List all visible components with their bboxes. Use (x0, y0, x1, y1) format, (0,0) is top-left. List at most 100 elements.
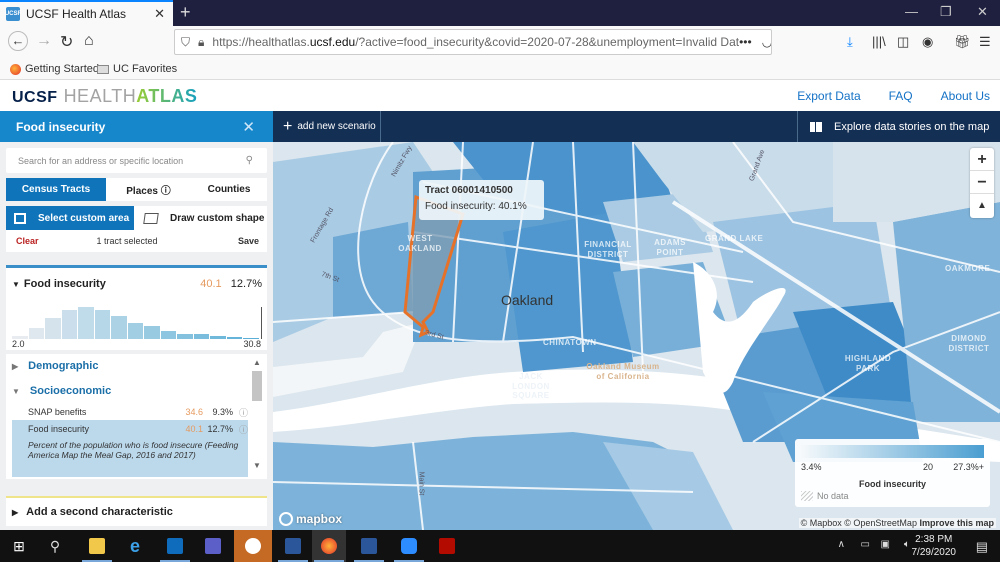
sidebar-icon[interactable]: ◫ (897, 34, 909, 50)
back-button[interactable]: ← (8, 31, 28, 51)
attribution-text[interactable]: © Mapbox © OpenStreetMap (801, 518, 917, 528)
row-value: 40.1 (185, 424, 203, 434)
add-scenario-button[interactable]: + add new scenario (273, 111, 381, 142)
place-label: DIMOND DISTRICT (948, 334, 990, 353)
teams-icon (205, 538, 221, 554)
add-second-characteristic[interactable]: ▶ Add a second characteristic (6, 496, 267, 526)
variable-row-snap[interactable]: SNAP benefits 34.6 9.3% ⓘ (12, 403, 248, 421)
choropleth-map[interactable]: Oakland WEST OAKLAND FINANCIAL DISTRICT … (273, 142, 1000, 530)
tray-overflow-icon[interactable]: ∧ (838, 539, 845, 571)
reload-button[interactable]: ↻ (60, 32, 73, 52)
improve-map-link[interactable]: Improve this map (919, 518, 994, 528)
menu-icon[interactable]: ☰ (979, 34, 991, 50)
histogram-bar (226, 337, 243, 339)
distribution-histogram (12, 303, 264, 339)
account-icon[interactable]: ◉ (922, 34, 933, 50)
notifications-icon[interactable]: ▤ (976, 539, 988, 571)
outlook-button[interactable] (158, 530, 192, 562)
zoom-in-button[interactable]: + (970, 148, 994, 171)
library-icon[interactable]: |||\ (872, 34, 886, 49)
category-demographic[interactable]: ▶ Demographic (12, 360, 248, 372)
clear-button[interactable]: Clear (16, 236, 39, 246)
save-button[interactable]: Save (238, 236, 259, 246)
forward-button[interactable]: → (36, 32, 52, 50)
browser-tab[interactable]: UCSF UCSF Health Atlas ✕ (0, 0, 173, 26)
gift-icon[interactable]: 🎁︎ (954, 34, 971, 50)
place-label: JACK LONDON SQUARE (512, 372, 550, 401)
info-icon[interactable]: ⓘ (233, 406, 248, 419)
volume-icon[interactable]: 🔈︎ (904, 539, 910, 571)
zoom-out-button[interactable]: − (970, 171, 994, 194)
firefox-button[interactable] (312, 530, 346, 562)
draw-custom-shape-button[interactable]: Draw custom shape (134, 206, 264, 230)
battery-icon[interactable]: ▭ (861, 539, 870, 571)
taskbar-clock[interactable]: 2:38 PM 7/29/2020 (912, 533, 957, 559)
window-close-icon[interactable]: ✕ (977, 4, 988, 20)
search-icon[interactable]: ⚲ (246, 155, 253, 166)
tab-census-tracts[interactable]: Census Tracts (6, 178, 106, 201)
bookmarks-bar: Getting Started UC Favorites (0, 58, 1000, 80)
search-icon: ⚲ (49, 537, 61, 554)
category-socioeconomic[interactable]: ▼ Socioeconomic (12, 385, 248, 397)
start-button[interactable]: ⊞ (2, 530, 36, 562)
histogram-bar (177, 333, 193, 339)
histogram-bar (78, 307, 94, 339)
scroll-up-icon[interactable]: ▲ (251, 358, 263, 367)
minimize-icon[interactable]: — (905, 4, 918, 19)
row-average: 9.3% (212, 407, 233, 417)
teams-button[interactable] (196, 530, 230, 562)
windows-taskbar: ⊞ ⚲ e ∧ ▭ ▣ 🔈︎ 2:38 PM 7/29/2020 ▤ (0, 530, 1000, 562)
search-taskbar-button[interactable]: ⚲ (38, 530, 72, 562)
close-scenario-icon[interactable]: ✕ (242, 118, 255, 136)
scenario-tab-active[interactable]: Food insecurity ✕ (0, 111, 273, 142)
hatch-swatch-icon (801, 491, 813, 501)
close-tab-icon[interactable]: ✕ (154, 6, 165, 22)
compass-button[interactable]: ▲ (970, 194, 994, 217)
draw-custom-shape-label: Draw custom shape (170, 212, 265, 224)
tab-places[interactable]: Places ⓘ (106, 178, 191, 201)
scroll-thumb[interactable] (252, 371, 262, 401)
windows-icon: ⊞ (13, 537, 25, 554)
folder-icon (89, 538, 105, 554)
variable-header[interactable]: ▼ Food insecurity 40.1 12.7% (12, 278, 262, 290)
health-atlas-logo[interactable]: UCSF HEALTHATLAS (12, 86, 197, 107)
word-button[interactable] (276, 530, 310, 562)
category-list: ▶ Demographic ▼ Socioeconomic SNAP benef… (6, 354, 267, 479)
url-bar[interactable]: ⛉ 🔒︎ https://healthatlas. ucsf.edu/?activ… (174, 29, 772, 55)
histogram-bar (61, 309, 78, 339)
edge-button[interactable]: e (118, 530, 152, 562)
location-search-input[interactable]: Search for an address or specific locati… (6, 148, 267, 173)
acrobat-button[interactable] (430, 530, 464, 562)
home-button[interactable]: ⌂ (84, 32, 94, 50)
pocket-icon[interactable]: ◡ (762, 35, 771, 49)
slack-button[interactable] (234, 530, 272, 562)
word-icon (285, 538, 301, 554)
panel-title: Food insecurity (16, 119, 106, 134)
file-explorer-button[interactable] (80, 530, 114, 562)
restore-icon[interactable]: ❐ (940, 4, 952, 20)
bookmark-getting-started[interactable]: Getting Started (10, 63, 99, 75)
new-tab-button[interactable]: + (180, 2, 191, 23)
about-us-link[interactable]: About Us (941, 89, 990, 103)
legend-gradient (801, 445, 984, 458)
tab-counties[interactable]: Counties (191, 178, 267, 201)
faq-link[interactable]: FAQ (889, 89, 913, 103)
downloads-icon[interactable]: ⤓ (847, 34, 853, 50)
export-data-link[interactable]: Export Data (797, 89, 860, 103)
word-button-2[interactable] (352, 530, 386, 562)
page-actions-icon[interactable]: ••• (739, 35, 752, 49)
explore-stories-button[interactable]: Explore data stories on the map (797, 111, 1000, 142)
mapbox-logo[interactable]: mapbox (279, 512, 342, 526)
zoom-button[interactable] (392, 530, 426, 562)
legend-mid: 20 (923, 462, 934, 472)
caret-right-icon: ▶ (12, 361, 19, 371)
category-scrollbar[interactable]: ▲ ▼ (251, 358, 263, 476)
variable-row-food-insecurity[interactable]: Food insecurity 40.1 12.7% ⓘ (12, 420, 248, 438)
scroll-down-icon[interactable]: ▼ (251, 461, 263, 470)
select-custom-area-button[interactable]: Select custom area (6, 206, 134, 230)
network-icon[interactable]: ▣ (881, 539, 890, 571)
info-icon[interactable]: ⓘ (233, 423, 248, 436)
bookmark-uc-favorites[interactable]: UC Favorites (97, 63, 177, 75)
place-label: CHINATOWN (543, 338, 597, 347)
row-label: SNAP benefits (28, 407, 87, 417)
